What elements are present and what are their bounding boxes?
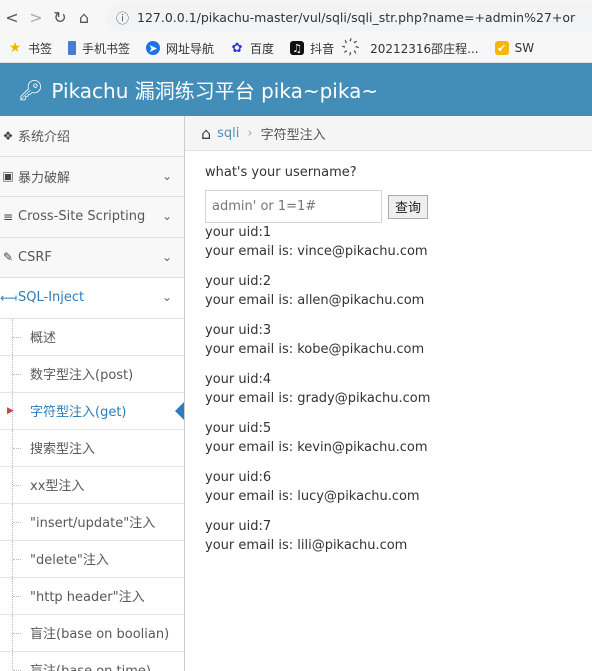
tiktok-icon: ♫ xyxy=(290,41,305,55)
result-item: your uid:7 your email is: lili@pikachu.co… xyxy=(205,519,408,553)
url-text: 127.0.0.1/pikachu-master/vul/sqli/sqli_s… xyxy=(137,9,576,25)
breadcrumb-current: 字符型注入 xyxy=(260,127,326,143)
forward-icon[interactable]: > xyxy=(24,8,48,27)
address-bar[interactable]: ⓘ 127.0.0.1/pikachu-master/vul/sqli/sqli… xyxy=(106,3,592,31)
key-icon: 🔑︎ xyxy=(18,77,44,102)
query-button[interactable]: 查询 xyxy=(388,194,429,219)
sidebar-item-bruteforce[interactable]: ▣ 暴力破解 ⌄ xyxy=(0,156,184,197)
main-content: what's your username? 查询 your uid:1your … xyxy=(205,151,592,566)
chevron-down-icon: ⌄ xyxy=(161,290,172,304)
submenu-item[interactable]: "http header"注入 xyxy=(0,577,184,615)
bookmark-item[interactable]: ★ 书签 xyxy=(8,40,52,57)
bookmark-item[interactable]: ✔ SW xyxy=(494,41,534,55)
submenu-item-active[interactable]: ▶ 字符型注入(get) xyxy=(0,392,184,430)
sidebar: ❖ 系统介绍 ▣ 暴力破解 ⌄ ≡ Cross-Site Scripting ⌄… xyxy=(0,116,185,671)
folder-icon: ҉ xyxy=(354,40,360,56)
caret-right-icon: ▶ xyxy=(7,405,14,416)
info-icon[interactable]: ⓘ xyxy=(116,8,129,27)
sidebar-item-sqli[interactable]: ⟻ SQL-Inject ⌄ xyxy=(0,278,184,319)
selection-pointer xyxy=(175,400,184,421)
result-item: your uid:5 your email is: kevin@pikachu.c… xyxy=(205,421,428,455)
paw-icon: ✿ xyxy=(231,40,243,56)
result-item: your uid:1 your email is: vince@pikachu.c… xyxy=(205,225,428,259)
result-item: your uid:6 your email is: lucy@pikachu.co… xyxy=(205,470,420,504)
result-item: your uid:2 your email is: allen@pikachu.c… xyxy=(205,274,425,308)
submenu-item[interactable]: "delete"注入 xyxy=(0,540,184,578)
edit-icon: ✎ xyxy=(2,250,14,265)
result-item: your uid:3 your email is: kobe@pikachu.co… xyxy=(205,323,425,357)
sidebar-item-xss[interactable]: ≡ Cross-Site Scripting ⌄ xyxy=(0,197,184,238)
result-item: your uid:4 your email is: grady@pikachu.c… xyxy=(205,372,431,406)
submenu-item[interactable]: 概述 xyxy=(0,318,184,356)
bookmarks-bar: ★ 书签 手机书签 ➤ 网址导航 ✿ 百度 ♫ 抖音 ҉ 20212316邵庄程... ✔… xyxy=(0,34,592,63)
lock-icon: ▣ xyxy=(2,169,14,184)
list-icon: ≡ xyxy=(2,209,14,224)
bookmark-item[interactable]: ♫ 抖音 xyxy=(290,40,334,57)
submenu-item[interactable]: 盲注(base on time) xyxy=(0,651,184,671)
home-icon[interactable]: ⌂ xyxy=(72,8,96,27)
bookmark-item[interactable]: 手机书签 xyxy=(68,40,130,57)
tag-icon: ❖ xyxy=(2,128,14,143)
sw-icon: ✔ xyxy=(494,41,509,55)
reload-icon[interactable]: ↻ xyxy=(48,8,72,27)
query-form: 查询 xyxy=(205,190,592,223)
arrows-icon: ⟻ xyxy=(0,290,18,305)
chevron-right-icon: › xyxy=(247,125,253,141)
compass-icon: ➤ xyxy=(146,41,161,55)
browser-toolbar: < > ↻ ⌂ ⓘ 127.0.0.1/pikachu-master/vul/s… xyxy=(0,0,592,34)
submenu-item[interactable]: 数字型注入(post) xyxy=(0,355,184,393)
bookmark-item[interactable]: ҉ 20212316邵庄程... xyxy=(350,40,478,57)
submenu-item[interactable]: xx型注入 xyxy=(0,466,184,504)
submenu-item[interactable]: "insert/update"注入 xyxy=(0,503,184,541)
results-list: your uid:1 your email is: vince@pikachu.c… xyxy=(205,223,592,555)
breadcrumb: ⌂ sqli › 字符型注入 xyxy=(185,116,592,151)
app-header: 🔑︎ Pikachu 漏洞练习平台 pika~pika~ xyxy=(0,63,592,116)
home-icon: ⌂ xyxy=(201,123,212,143)
bookmark-icon xyxy=(68,41,77,55)
star-icon: ★ xyxy=(8,40,22,56)
app-title[interactable]: Pikachu 漏洞练习平台 pika~pika~ xyxy=(51,75,378,104)
submenu-item[interactable]: 搜索型注入 xyxy=(0,429,184,467)
back-icon[interactable]: < xyxy=(0,8,24,27)
chevron-down-icon: ⌄ xyxy=(161,168,172,183)
username-input[interactable] xyxy=(205,190,382,223)
chevron-down-icon: ⌄ xyxy=(161,249,172,264)
bookmark-item[interactable]: ➤ 网址导航 xyxy=(146,40,214,57)
chevron-down-icon: ⌄ xyxy=(161,209,172,223)
submenu-item[interactable]: 盲注(base on boolian) xyxy=(0,614,184,652)
username-prompt: what's your username? xyxy=(205,165,357,180)
bookmark-item[interactable]: ✿ 百度 xyxy=(230,40,274,57)
sidebar-item-intro[interactable]: ❖ 系统介绍 xyxy=(0,116,184,157)
breadcrumb-link[interactable]: sqli xyxy=(217,126,239,141)
sidebar-item-csrf[interactable]: ✎ CSRF ⌄ xyxy=(0,237,184,278)
